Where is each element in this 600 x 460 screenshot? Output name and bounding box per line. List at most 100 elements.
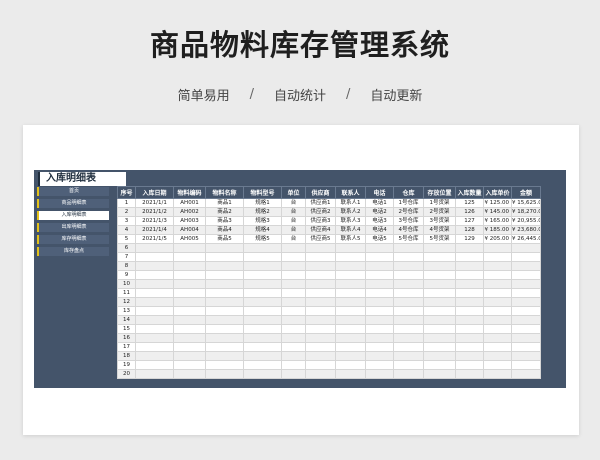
table-cell[interactable]: 商品1	[205, 198, 244, 208]
table-row[interactable]: 3 2021/1/3 AH003 商品3 规格3 台供应商3 联系人3 电话3 3号仓库 3号货架…	[117, 216, 541, 226]
table-cell[interactable]: 125	[455, 198, 484, 208]
table-cell[interactable]: 规格2	[243, 207, 282, 217]
table-cell[interactable]	[455, 324, 484, 334]
table-cell[interactable]: 商品4	[205, 225, 244, 235]
table-cell[interactable]	[423, 243, 456, 253]
table-cell[interactable]: 台	[281, 207, 306, 217]
table-cell[interactable]	[173, 279, 206, 289]
table-cell[interactable]	[455, 333, 484, 343]
table-cell[interactable]	[243, 333, 282, 343]
table-cell[interactable]	[305, 324, 336, 334]
table-cell[interactable]	[305, 252, 336, 262]
table-cell[interactable]	[243, 261, 282, 271]
table-cell[interactable]	[243, 279, 282, 289]
table-cell[interactable]: 13	[117, 306, 136, 316]
table-cell[interactable]	[393, 297, 424, 307]
table-cell[interactable]	[483, 369, 512, 379]
table-cell[interactable]: 126	[455, 207, 484, 217]
table-row[interactable]: 9	[117, 270, 541, 280]
table-cell[interactable]	[135, 243, 174, 253]
table-cell[interactable]: 电话4	[365, 225, 394, 235]
table-cell[interactable]: 1	[117, 198, 136, 208]
table-cell[interactable]	[511, 252, 541, 262]
table-cell[interactable]	[393, 279, 424, 289]
table-cell[interactable]	[281, 288, 306, 298]
table-cell[interactable]	[483, 306, 512, 316]
table-cell[interactable]	[455, 252, 484, 262]
table-cell[interactable]	[243, 315, 282, 325]
table-cell[interactable]: 129	[455, 234, 484, 244]
table-cell[interactable]	[173, 315, 206, 325]
table-cell[interactable]	[135, 279, 174, 289]
table-cell[interactable]	[135, 297, 174, 307]
table-cell[interactable]	[423, 360, 456, 370]
table-cell[interactable]: 2021/1/5	[135, 234, 174, 244]
table-cell[interactable]	[483, 261, 512, 271]
table-cell[interactable]	[135, 270, 174, 280]
table-row[interactable]: 8	[117, 261, 541, 271]
table-row[interactable]: 13	[117, 306, 541, 316]
table-cell[interactable]	[393, 270, 424, 280]
table-cell[interactable]	[281, 324, 306, 334]
table-cell[interactable]: 10	[117, 279, 136, 289]
table-row[interactable]: 14	[117, 315, 541, 325]
table-cell[interactable]	[205, 279, 244, 289]
table-cell[interactable]	[305, 315, 336, 325]
table-cell[interactable]: 5	[117, 234, 136, 244]
table-cell[interactable]	[365, 306, 394, 316]
table-cell[interactable]	[511, 279, 541, 289]
table-cell[interactable]	[511, 297, 541, 307]
table-cell[interactable]: 1号仓库	[393, 198, 424, 208]
table-cell[interactable]	[511, 351, 541, 361]
table-cell[interactable]	[281, 369, 306, 379]
table-cell[interactable]	[365, 315, 394, 325]
table-cell[interactable]	[135, 324, 174, 334]
table-cell[interactable]	[483, 288, 512, 298]
table-cell[interactable]	[393, 261, 424, 271]
table-cell[interactable]: 供应商1	[305, 198, 336, 208]
table-cell[interactable]: 台	[281, 225, 306, 235]
table-cell[interactable]	[243, 288, 282, 298]
table-cell[interactable]: 联系人3	[335, 216, 366, 226]
table-cell[interactable]: 4号仓库	[393, 225, 424, 235]
table-cell[interactable]	[243, 369, 282, 379]
table-cell[interactable]: 14	[117, 315, 136, 325]
table-cell[interactable]: 台	[281, 198, 306, 208]
table-cell[interactable]	[483, 270, 512, 280]
table-row[interactable]: 4 2021/1/4 AH004 商品4 规格4 台供应商4 联系人4 电话4 4号仓库 4号货架…	[117, 225, 541, 235]
table-cell[interactable]	[305, 261, 336, 271]
table-cell[interactable]	[455, 279, 484, 289]
table-cell[interactable]	[393, 288, 424, 298]
table-cell[interactable]	[365, 252, 394, 262]
table-row[interactable]: 1 2021/1/1 AH001 商品1 规格1 台供应商1 联系人1 电话1 1号仓库 1号货架…	[117, 198, 541, 208]
table-cell[interactable]: AH001	[173, 198, 206, 208]
table-cell[interactable]	[205, 243, 244, 253]
table-cell[interactable]: 规格1	[243, 198, 282, 208]
table-cell[interactable]: 台	[281, 234, 306, 244]
table-cell[interactable]	[173, 270, 206, 280]
table-cell[interactable]: 8	[117, 261, 136, 271]
table-cell[interactable]	[511, 243, 541, 253]
table-cell[interactable]	[173, 252, 206, 262]
table-cell[interactable]: ¥ 205.00	[483, 234, 512, 244]
table-cell[interactable]	[511, 315, 541, 325]
table-cell[interactable]: 12	[117, 297, 136, 307]
table-cell[interactable]	[173, 261, 206, 271]
table-cell[interactable]	[365, 333, 394, 343]
table-cell[interactable]: 电话3	[365, 216, 394, 226]
table-cell[interactable]: 商品5	[205, 234, 244, 244]
table-cell[interactable]	[423, 288, 456, 298]
table-cell[interactable]	[455, 288, 484, 298]
table-cell[interactable]: 9	[117, 270, 136, 280]
table-cell[interactable]	[483, 324, 512, 334]
column-header[interactable]: 入库单价	[483, 186, 512, 199]
table-cell[interactable]	[243, 360, 282, 370]
table-cell[interactable]	[483, 315, 512, 325]
table-cell[interactable]	[393, 252, 424, 262]
table-cell[interactable]	[281, 351, 306, 361]
table-cell[interactable]	[135, 288, 174, 298]
column-header[interactable]: 序号	[117, 186, 136, 199]
table-cell[interactable]	[423, 342, 456, 352]
table-cell[interactable]	[173, 333, 206, 343]
table-cell[interactable]	[135, 342, 174, 352]
